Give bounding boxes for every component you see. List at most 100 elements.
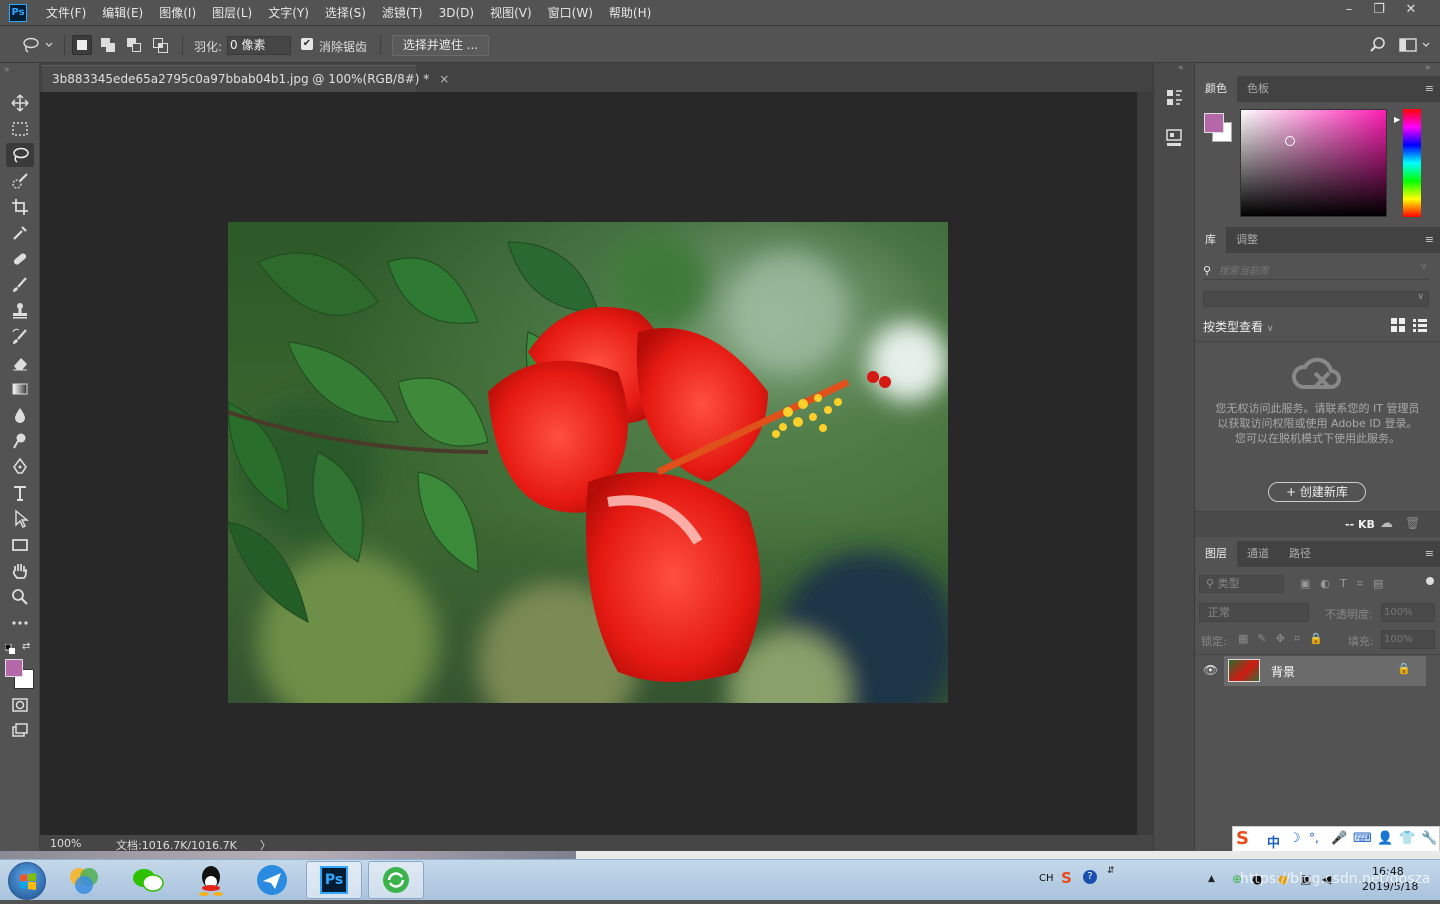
new-selection-button[interactable] — [72, 35, 92, 55]
tab-channels[interactable]: 通道 — [1237, 541, 1279, 567]
menu-item[interactable]: 图像(I) — [151, 0, 204, 26]
tab-layers[interactable]: 图层 — [1195, 541, 1237, 567]
lock-all-icon[interactable]: 🔒 — [1309, 632, 1323, 646]
microphone-icon[interactable]: 🎤 — [1331, 831, 1347, 846]
zoom-level[interactable]: 100% — [50, 837, 81, 850]
taskbar-app-refresh-icon[interactable] — [368, 861, 424, 899]
document-tab[interactable]: 3b883345ede65a2795c0a97bbab04b1.jpg @ 10… — [42, 65, 449, 92]
lock-transparent-icon[interactable]: ▦ — [1238, 632, 1248, 646]
color-picker-field[interactable] — [1240, 109, 1387, 217]
search-icon[interactable] — [1369, 36, 1387, 54]
taskbar-app-bird-icon[interactable] — [244, 861, 300, 899]
keyboard-icon[interactable]: ⌨ — [1353, 831, 1372, 846]
intersect-selection-button[interactable] — [150, 35, 170, 55]
eyedropper-tool-icon[interactable] — [6, 221, 34, 245]
tray-expand-icon[interactable]: ▲ — [1208, 874, 1215, 884]
punctuation-icon[interactable]: °, — [1309, 831, 1319, 845]
smart-object-filter-icon[interactable]: ▤ — [1373, 577, 1383, 591]
pixel-filter-icon[interactable]: ▣ — [1300, 577, 1310, 591]
more-tools-icon[interactable] — [6, 611, 34, 635]
menu-item[interactable]: 帮助(H) — [601, 0, 659, 26]
close-button[interactable]: ✕ — [1396, 0, 1426, 20]
list-view-icon[interactable] — [1413, 318, 1427, 332]
panel-menu-icon[interactable]: ≡ — [1425, 233, 1434, 246]
feather-input[interactable]: 0 像素 — [227, 36, 291, 55]
history-panel-icon[interactable] — [1165, 87, 1185, 109]
select-and-mask-button[interactable]: 选择并遮住 ... — [392, 35, 489, 56]
screen-mode-icon[interactable] — [6, 719, 34, 743]
language-indicator[interactable]: CH — [1039, 873, 1054, 884]
menu-item[interactable]: 滤镜(T) — [374, 0, 431, 26]
start-button[interactable] — [8, 862, 46, 900]
lock-artboard-icon[interactable]: ⌗ — [1294, 632, 1300, 646]
lock-icon[interactable]: 🔒 — [1397, 662, 1411, 675]
library-dropdown[interactable]: ∨ — [1203, 291, 1429, 307]
create-library-button[interactable]: + 创建新库 — [1268, 482, 1366, 502]
sogou-tray-icon[interactable]: S — [1061, 869, 1072, 887]
marquee-tool-icon[interactable] — [6, 117, 34, 141]
move-tool-icon[interactable] — [6, 91, 34, 115]
wechat-icon[interactable] — [120, 861, 176, 899]
lasso-tool-icon[interactable] — [6, 143, 34, 167]
menu-item[interactable]: 窗口(W) — [540, 0, 601, 26]
color-picker-cursor[interactable] — [1285, 136, 1295, 146]
menu-item[interactable]: 文件(F) — [38, 0, 94, 26]
grid-view-icon[interactable] — [1391, 318, 1405, 332]
library-search[interactable]: ⚲ 搜索当前库 ∨ — [1203, 262, 1429, 280]
healing-brush-tool-icon[interactable] — [6, 247, 34, 271]
vertical-scrollbar[interactable] — [1137, 92, 1153, 835]
opacity-input[interactable]: 100% — [1381, 603, 1435, 622]
layer-filter-dropdown[interactable]: ⚲ 类型 — [1199, 575, 1284, 593]
trash-icon[interactable]: 🗑 — [1405, 516, 1420, 530]
menu-item[interactable]: 选择(S) — [317, 0, 374, 26]
lock-position-icon[interactable]: ✥ — [1276, 632, 1285, 646]
foreground-color-swatch[interactable] — [5, 659, 23, 677]
type-tool-icon[interactable] — [6, 481, 34, 505]
tab-swatches[interactable]: 色板 — [1237, 76, 1279, 102]
photoshop-taskbar-button[interactable]: Ps — [306, 861, 362, 899]
type-filter-icon[interactable]: T — [1340, 577, 1347, 591]
hue-slider[interactable] — [1403, 109, 1421, 217]
tab-adjustments[interactable]: 调整 — [1226, 227, 1268, 253]
sogou-logo-icon[interactable]: S — [1236, 828, 1249, 849]
properties-panel-icon[interactable] — [1165, 127, 1185, 149]
menu-item[interactable]: 图层(L) — [204, 0, 260, 26]
foreground-color-swatch[interactable] — [1204, 113, 1224, 133]
chinese-mode-toggle[interactable]: 中 — [1267, 832, 1280, 851]
chevron-down-icon[interactable]: ∨ — [1420, 262, 1427, 272]
restore-button[interactable]: ❐ — [1364, 0, 1394, 20]
menu-item[interactable]: 视图(V) — [482, 0, 540, 26]
canvas-image[interactable] — [228, 222, 948, 703]
add-to-selection-button[interactable] — [98, 35, 118, 55]
dodge-tool-icon[interactable] — [6, 429, 34, 453]
subtract-from-selection-button[interactable] — [124, 35, 144, 55]
history-brush-tool-icon[interactable] — [6, 325, 34, 349]
adjustment-filter-icon[interactable]: ◐ — [1320, 577, 1330, 591]
swap-colors-icon[interactable]: ⇄ — [22, 641, 30, 652]
rectangle-tool-icon[interactable] — [6, 533, 34, 557]
tab-color[interactable]: 颜色 — [1195, 76, 1237, 102]
shirt-icon[interactable]: 👕 — [1399, 831, 1415, 846]
menu-item[interactable]: 3D(D) — [431, 0, 482, 26]
pen-tool-icon[interactable] — [6, 455, 34, 479]
library-search-input[interactable]: 搜索当前库 — [1219, 266, 1269, 277]
hue-slider-handle-icon[interactable]: ▶ — [1394, 115, 1400, 124]
collapse-toolbar-icon[interactable]: » — [4, 65, 10, 75]
layer-name[interactable]: 背景 — [1271, 663, 1295, 680]
eraser-tool-icon[interactable] — [6, 351, 34, 375]
collapse-right-icon[interactable]: » — [1425, 63, 1431, 73]
collapse-panels-icon[interactable]: « — [1178, 63, 1184, 73]
gradient-tool-icon[interactable] — [6, 377, 34, 401]
moon-icon[interactable]: ☽ — [1289, 831, 1301, 846]
default-colors-icon[interactable] — [4, 643, 15, 654]
wrench-icon[interactable]: 🔧 — [1421, 831, 1437, 846]
close-tab-icon[interactable]: × — [439, 72, 449, 86]
tab-libraries[interactable]: 库 — [1195, 227, 1226, 253]
quick-selection-tool-icon[interactable] — [6, 169, 34, 193]
tab-paths[interactable]: 路径 — [1279, 541, 1321, 567]
view-by-type-dropdown[interactable]: 按类型查看 ∨ — [1203, 318, 1273, 335]
hand-tool-icon[interactable] — [6, 559, 34, 583]
ime-options-icon[interactable]: ⇵ — [1107, 866, 1115, 876]
path-selection-tool-icon[interactable] — [6, 507, 34, 531]
zoom-tool-icon[interactable] — [6, 585, 34, 609]
